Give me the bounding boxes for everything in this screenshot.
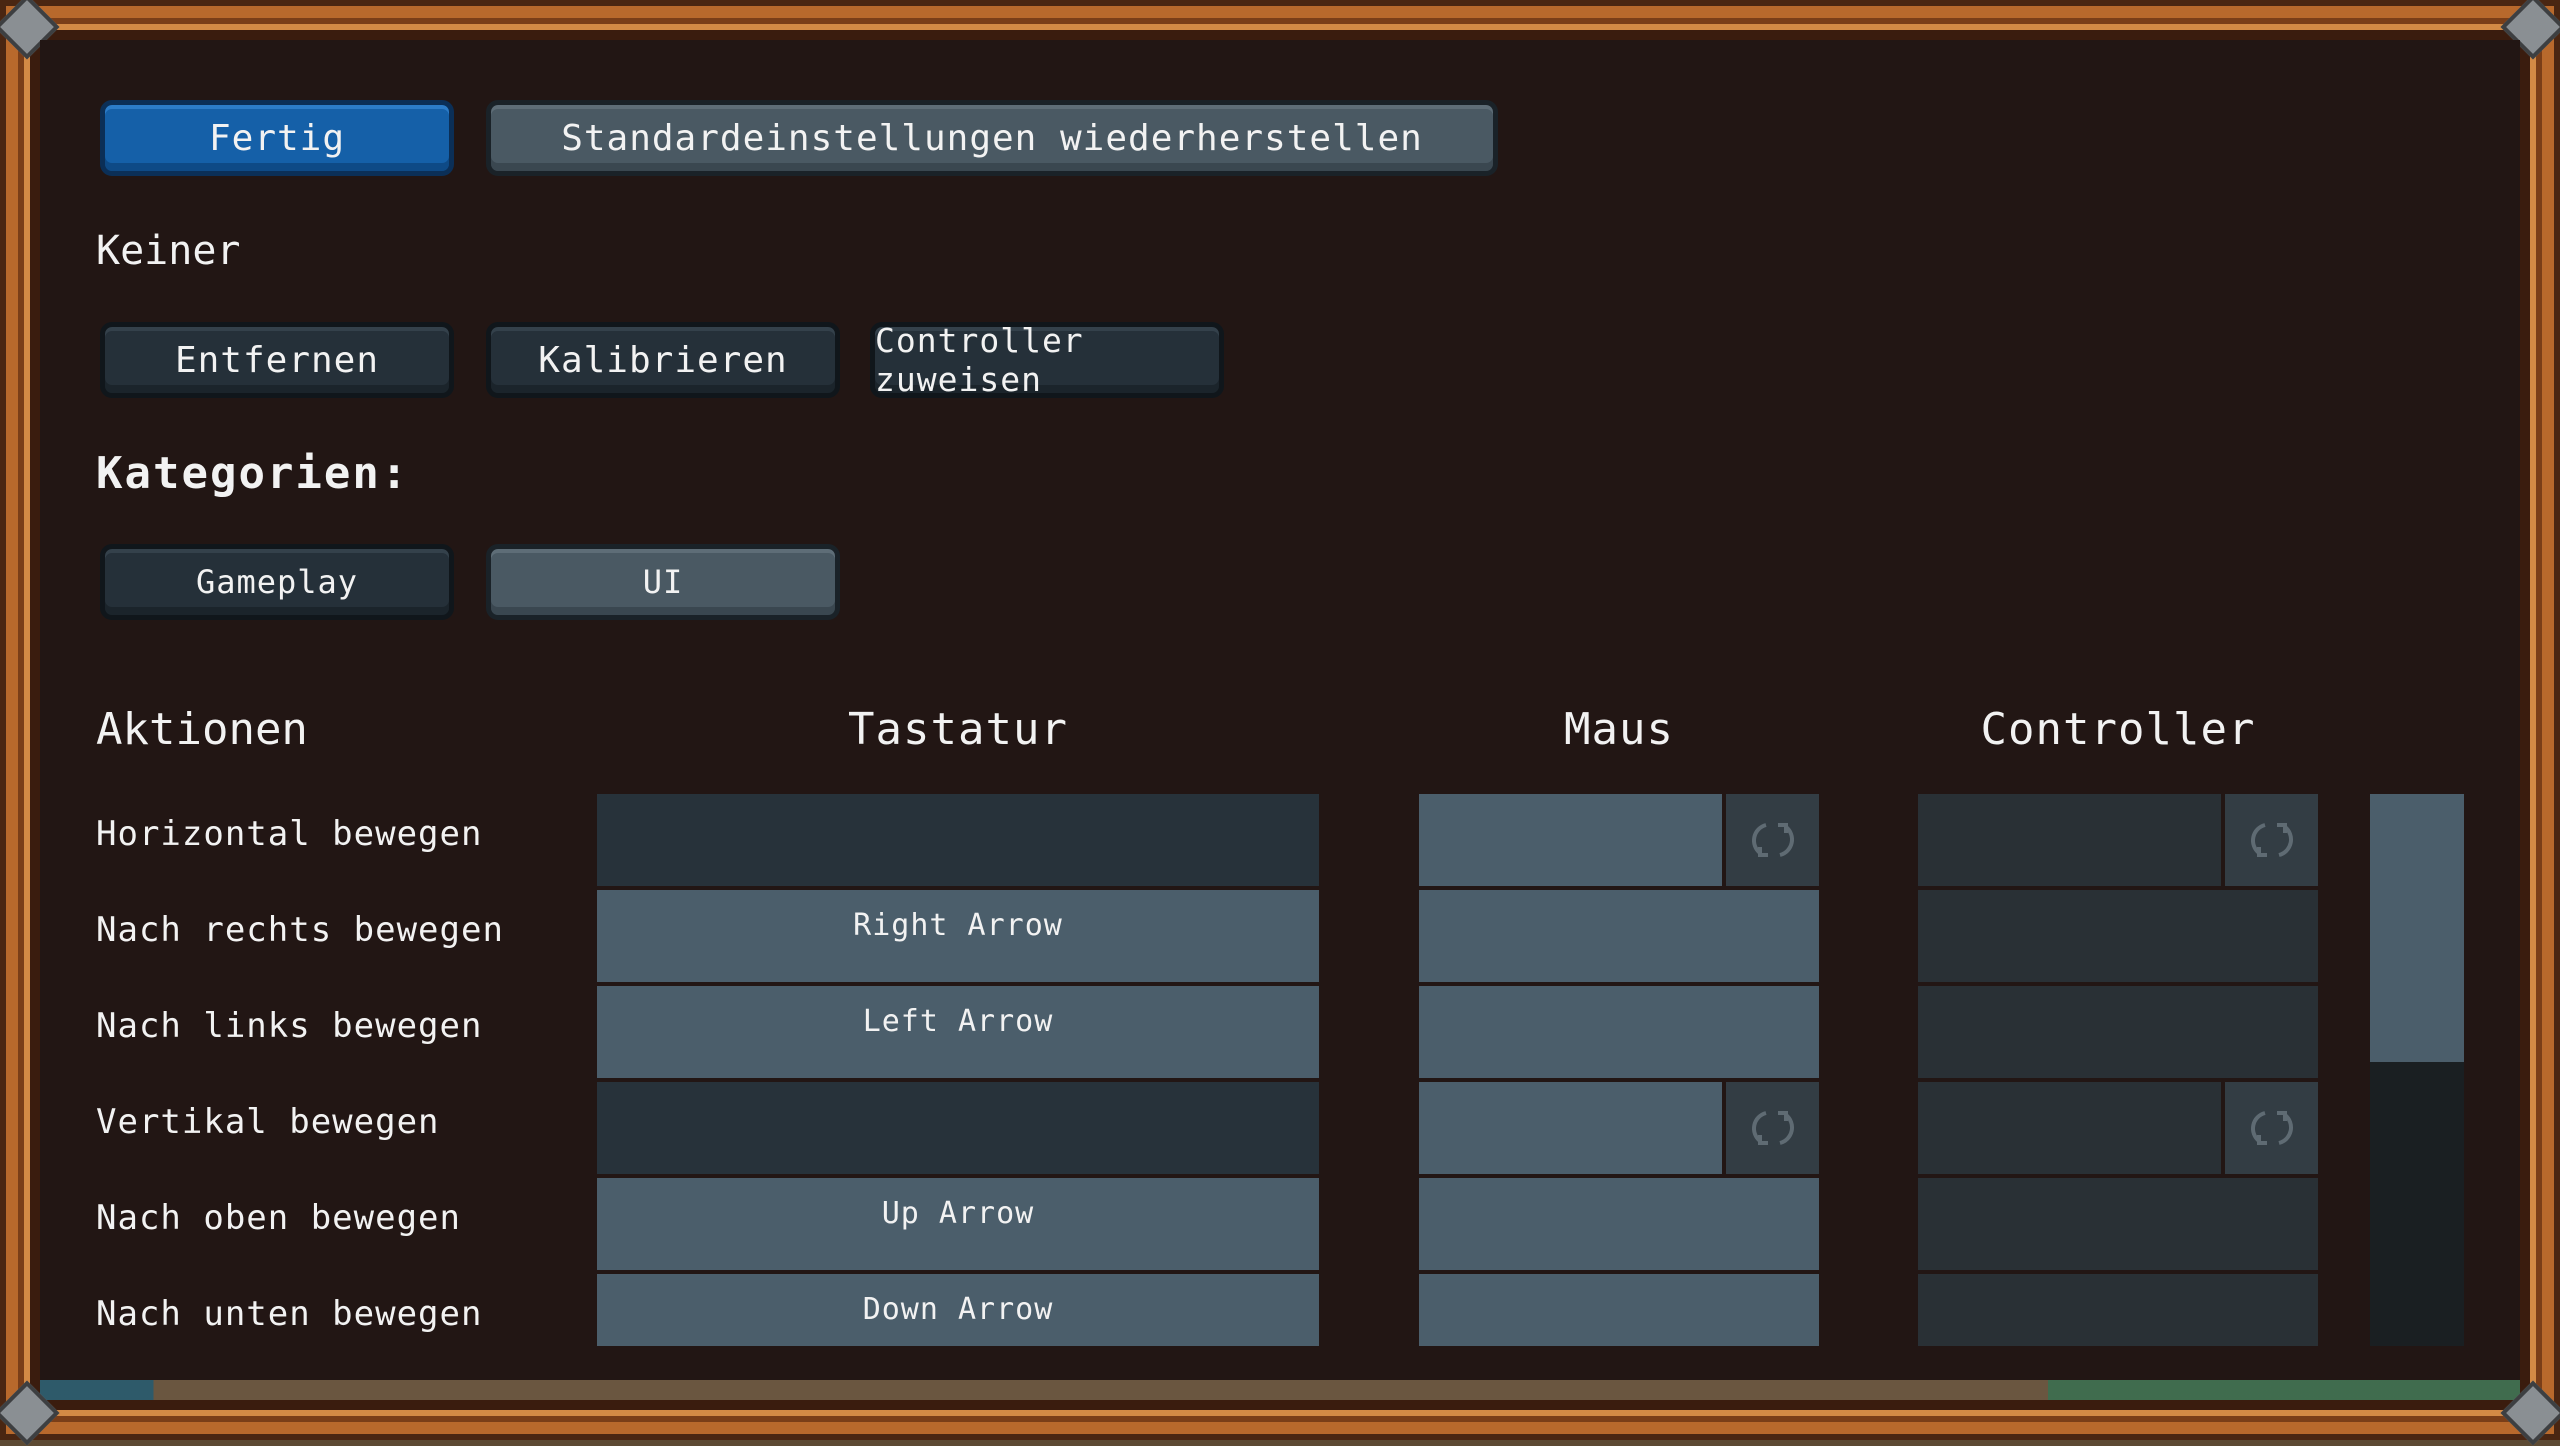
refresh-icon (1751, 823, 1794, 857)
mouse-binding-cell[interactable] (1419, 890, 1819, 982)
action-label: Nach oben bewegen (96, 1198, 461, 1238)
refresh-icon (2250, 1111, 2293, 1145)
action-label: Vertikal bewegen (96, 1102, 440, 1142)
mouse-axis-refresh-button[interactable] (1726, 1082, 1819, 1174)
mouse-binding-cell[interactable] (1419, 1274, 1819, 1346)
mouse-binding-cell[interactable] (1419, 1082, 1722, 1174)
column-header-controller: Controller (1980, 704, 2256, 755)
controller-axis-refresh-button[interactable] (2225, 794, 2318, 886)
category-tab-gameplay[interactable]: Gameplay (100, 544, 454, 620)
categories-heading: Kategorien: (96, 448, 410, 499)
action-label: Nach links bewegen (96, 1006, 483, 1046)
action-label: Horizontal bewegen (96, 814, 483, 854)
mouse-binding-cell[interactable] (1419, 986, 1819, 1078)
refresh-icon (2250, 823, 2293, 857)
mouse-binding-cell[interactable] (1419, 794, 1722, 886)
action-label: Nach rechts bewegen (96, 910, 504, 950)
controller-binding-cell[interactable] (1918, 1178, 2318, 1270)
keyboard-binding-cell[interactable]: Right Arrow (597, 890, 1319, 982)
input-settings-panel: Fertig Standardeinstellungen wiederherst… (40, 40, 2520, 1380)
controller-device-name: Keiner (96, 228, 241, 274)
refresh-icon (1751, 1111, 1794, 1145)
controller-axis-refresh-button[interactable] (2225, 1082, 2318, 1174)
keyboard-binding-cell[interactable] (597, 794, 1319, 886)
done-button[interactable]: Fertig (100, 100, 454, 176)
scrollbar-thumb[interactable] (2370, 794, 2464, 1062)
mouse-binding-cell[interactable] (1419, 1178, 1819, 1270)
controller-binding-cell[interactable] (1918, 890, 2318, 982)
keyboard-binding-cell[interactable]: Left Arrow (597, 986, 1319, 1078)
remove-controller-button[interactable]: Entfernen (100, 322, 454, 398)
column-header-actions: Aktionen (96, 704, 308, 755)
assign-controller-button[interactable]: Controller zuweisen (870, 321, 1224, 399)
action-label: Nach unten bewegen (96, 1294, 483, 1334)
keyboard-binding-cell[interactable] (597, 1082, 1319, 1174)
keyboard-binding-cell[interactable]: Down Arrow (597, 1274, 1319, 1346)
controller-binding-cell[interactable] (1918, 794, 2221, 886)
calibrate-button[interactable]: Kalibrieren (486, 322, 840, 398)
controller-binding-cell[interactable] (1918, 1274, 2318, 1346)
category-tab-ui[interactable]: UI (486, 544, 840, 620)
keyboard-binding-cell[interactable]: Up Arrow (597, 1178, 1319, 1270)
restore-defaults-button[interactable]: Standardeinstellungen wiederherstellen (486, 100, 1498, 176)
mouse-axis-refresh-button[interactable] (1726, 794, 1819, 886)
column-header-mouse: Maus (1564, 704, 1674, 755)
controller-binding-cell[interactable] (1918, 986, 2318, 1078)
column-header-keyboard: Tastatur (848, 704, 1068, 755)
controller-binding-cell[interactable] (1918, 1082, 2221, 1174)
